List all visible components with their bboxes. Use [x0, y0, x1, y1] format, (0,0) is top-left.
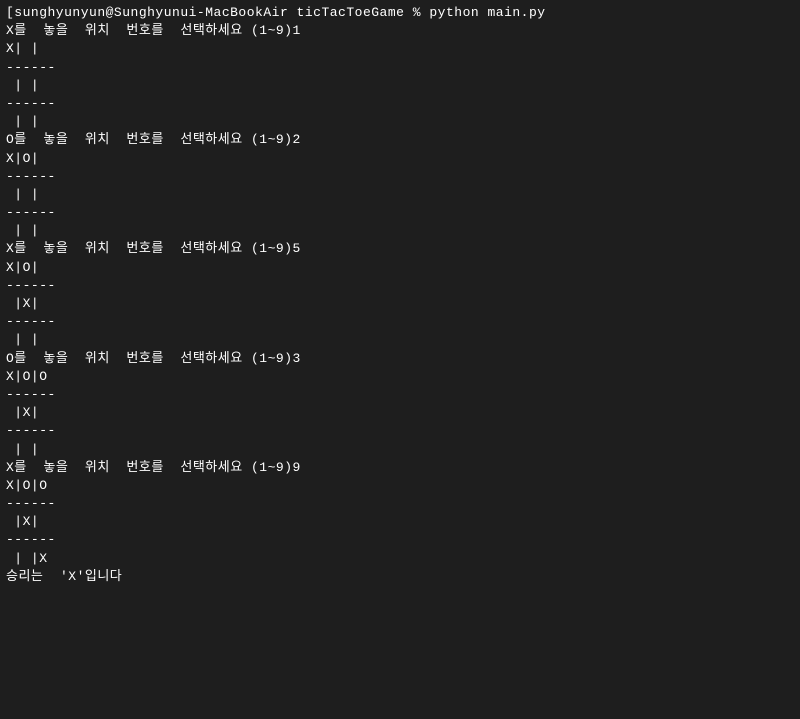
terminal-line: ------	[6, 95, 794, 113]
terminal-line: ------	[6, 386, 794, 404]
terminal-line: ------	[6, 59, 794, 77]
terminal-line: X를 놓을 위치 번호를 선택하세요 (1~9)9	[6, 459, 794, 477]
terminal-line: X|O|	[6, 259, 794, 277]
terminal-output[interactable]: [sunghyunyun@Sunghyunui-MacBookAir ticTa…	[6, 4, 794, 586]
terminal-line: | |	[6, 77, 794, 95]
terminal-line: O를 놓을 위치 번호를 선택하세요 (1~9)3	[6, 350, 794, 368]
terminal-line: X| |	[6, 40, 794, 58]
terminal-line: X|O|O	[6, 477, 794, 495]
terminal-line: X|O|	[6, 150, 794, 168]
terminal-line: ------	[6, 495, 794, 513]
terminal-line: O를 놓을 위치 번호를 선택하세요 (1~9)2	[6, 131, 794, 149]
terminal-line: |X|	[6, 295, 794, 313]
terminal-line: ------	[6, 168, 794, 186]
terminal-line: |X|	[6, 513, 794, 531]
terminal-line: [sunghyunyun@Sunghyunui-MacBookAir ticTa…	[6, 4, 794, 22]
terminal-line: 승리는 'X'입니다	[6, 568, 794, 586]
terminal-line: ------	[6, 422, 794, 440]
terminal-line: ------	[6, 313, 794, 331]
terminal-line: ------	[6, 277, 794, 295]
terminal-line: | |	[6, 441, 794, 459]
terminal-line: | |X	[6, 550, 794, 568]
terminal-line: X를 놓을 위치 번호를 선택하세요 (1~9)1	[6, 22, 794, 40]
terminal-line: ------	[6, 204, 794, 222]
terminal-line: X|O|O	[6, 368, 794, 386]
terminal-line: ------	[6, 531, 794, 549]
terminal-line: | |	[6, 222, 794, 240]
terminal-line: | |	[6, 113, 794, 131]
terminal-line: X를 놓을 위치 번호를 선택하세요 (1~9)5	[6, 240, 794, 258]
terminal-line: | |	[6, 331, 794, 349]
terminal-line: |X|	[6, 404, 794, 422]
terminal-line: | |	[6, 186, 794, 204]
